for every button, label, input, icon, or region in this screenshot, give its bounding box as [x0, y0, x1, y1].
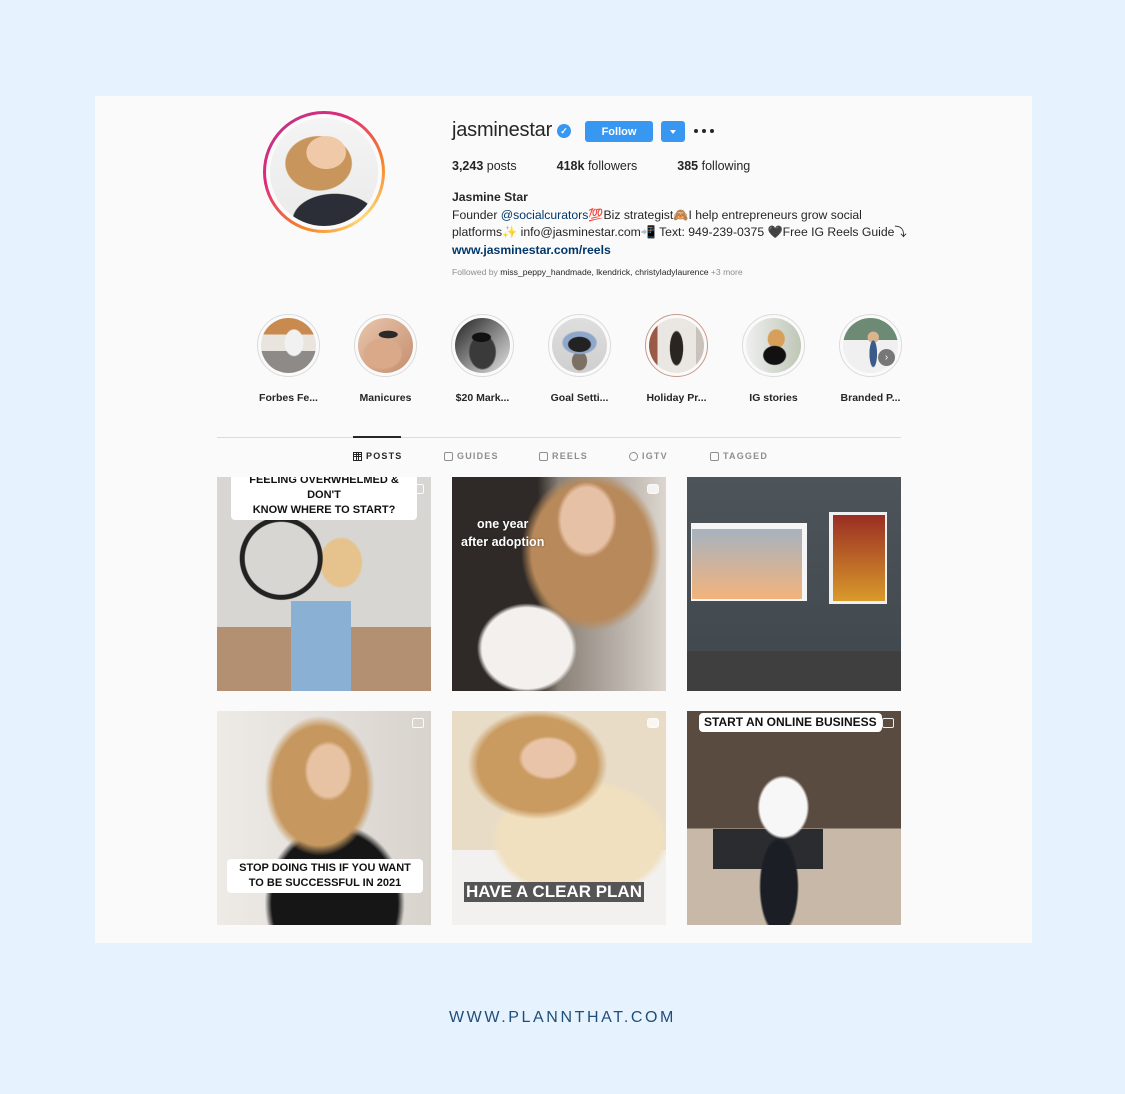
- more-options-button[interactable]: [694, 125, 714, 137]
- post-tile[interactable]: [687, 477, 901, 691]
- highlight-ring: [257, 314, 320, 377]
- tab-tagged[interactable]: TAGGED: [710, 451, 768, 461]
- highlight-label: Branded P...: [840, 392, 901, 404]
- tab-label: REELS: [552, 451, 589, 461]
- bio-line-1: Founder @socialcurators💯Biz strategist🙈I…: [452, 207, 912, 225]
- followed-by-users[interactable]: miss_peppy_handmade, lkendrick, christyl…: [500, 267, 708, 277]
- stat-label: followers: [587, 159, 638, 173]
- verified-badge-icon: ✓: [557, 124, 571, 138]
- highlight-label: Goal Setti...: [550, 392, 609, 404]
- tab-guides[interactable]: GUIDES: [444, 451, 499, 461]
- tab-reels[interactable]: REELS: [539, 451, 588, 461]
- bio-text: Founder: [452, 207, 501, 222]
- tabs-divider: [217, 437, 901, 438]
- chevron-right-icon: ›: [884, 352, 889, 363]
- highlight-item[interactable]: Forbes Fe...: [240, 314, 337, 404]
- following-link[interactable]: 385 following: [677, 159, 750, 173]
- profile-stats: 3,243 posts 418k followers 385 following: [452, 159, 790, 173]
- bio-line-2: platforms✨ info@jasminestar.com📲 Text: 9…: [452, 225, 907, 239]
- tab-label: TAGGED: [723, 451, 769, 461]
- highlight-ring: [742, 314, 805, 377]
- dot-icon: [694, 129, 698, 133]
- username: jasminestar: [452, 119, 553, 141]
- followed-by-more[interactable]: +3 more: [709, 267, 743, 277]
- post-caption: one year after adoption: [461, 517, 545, 549]
- highlight-cover: [649, 318, 704, 373]
- highlight-item[interactable]: Manicures: [337, 314, 434, 404]
- avatar-photo: [270, 118, 378, 226]
- tab-label: POSTS: [366, 451, 403, 461]
- tab-label: IGTV: [642, 451, 668, 461]
- followers-link[interactable]: 418k followers: [557, 159, 638, 173]
- highlight-ring: [839, 314, 902, 377]
- highlight-item[interactable]: Branded P...: [822, 314, 919, 404]
- post-tile[interactable]: STOP DOING THIS IF YOU WANT TO BE SUCCES…: [217, 711, 431, 925]
- igtv-icon: [629, 451, 638, 461]
- reel-icon: [882, 718, 894, 728]
- tagged-icon: [710, 451, 719, 461]
- suggested-accounts-dropdown-button[interactable]: [661, 121, 685, 142]
- post-tile[interactable]: START AN ONLINE BUSINESS: [687, 711, 901, 925]
- reel-icon: [412, 718, 424, 728]
- highlight-item[interactable]: IG stories: [725, 314, 822, 404]
- footer-url: WWW.PLANNTHAT.COM: [448, 1009, 676, 1026]
- highlight-item[interactable]: Holiday Pr...: [628, 314, 725, 404]
- caret-down-icon: [670, 129, 676, 134]
- dot-icon: [702, 129, 706, 133]
- post-tile[interactable]: one year after adoption: [452, 477, 666, 691]
- stat-value: 3,243: [452, 159, 484, 173]
- profile-bio: Jasmine Star Founder @socialcurators💯Biz…: [452, 189, 912, 259]
- post-caption: FEELING OVERWHELMED & DON'T KNOW WHERE T…: [231, 477, 417, 520]
- tab-igtv[interactable]: IGTV: [629, 451, 668, 461]
- igtv-icon: [647, 718, 659, 728]
- profile-avatar[interactable]: [263, 111, 385, 233]
- followed-by[interactable]: Followed by miss_peppy_handmade, lkendri…: [452, 267, 743, 277]
- igtv-icon: [647, 484, 659, 494]
- active-tab-indicator: [353, 436, 401, 438]
- post-caption: HAVE A CLEAR PLAN: [464, 882, 644, 902]
- avatar-border: [266, 114, 382, 230]
- highlights-next-button[interactable]: ›: [878, 349, 895, 366]
- highlight-cover: [358, 318, 413, 373]
- grid-icon: [353, 451, 362, 461]
- full-name: Jasmine Star: [452, 190, 528, 204]
- mention-link[interactable]: @socialcurators: [501, 208, 589, 222]
- highlight-item[interactable]: Goal Setti...: [531, 314, 628, 404]
- posts-count: 3,243 posts: [452, 159, 517, 173]
- reels-icon: [539, 451, 548, 461]
- highlight-ring: [645, 314, 708, 377]
- bio-text: 💯Biz strategist🙈I help entrepreneurs gro…: [588, 207, 862, 222]
- highlight-ring: [548, 314, 611, 377]
- guides-icon: [444, 451, 453, 461]
- website-link[interactable]: www.jasminestar.com/reels: [452, 242, 912, 260]
- highlight-label: Forbes Fe...: [259, 392, 318, 404]
- highlight-label: Manicures: [359, 392, 412, 404]
- post-tile[interactable]: HAVE A CLEAR PLAN: [452, 711, 666, 925]
- highlight-label: $20 Mark...: [455, 392, 510, 404]
- post-caption: START AN ONLINE BUSINESS: [699, 713, 882, 732]
- follow-button[interactable]: Follow: [585, 121, 653, 142]
- tab-label: GUIDES: [457, 451, 499, 461]
- post-caption: STOP DOING THIS IF YOU WANT TO BE SUCCES…: [227, 859, 423, 893]
- highlight-cover: [746, 318, 801, 373]
- stat-label: following: [701, 159, 751, 173]
- tab-posts[interactable]: POSTS: [353, 451, 403, 461]
- stat-value: 418k: [556, 159, 585, 173]
- story-highlights: Forbes Fe... Manicures $20 Mark... Goal …: [240, 314, 919, 404]
- dot-icon: [710, 129, 714, 133]
- stat-label: posts: [486, 159, 517, 173]
- highlight-cover: [552, 318, 607, 373]
- highlight-label: IG stories: [749, 392, 798, 404]
- followed-by-prefix: Followed by: [452, 267, 501, 277]
- post-tile[interactable]: FEELING OVERWHELMED & DON'T KNOW WHERE T…: [217, 477, 431, 691]
- stat-value: 385: [677, 159, 699, 173]
- highlight-item[interactable]: $20 Mark...: [434, 314, 531, 404]
- highlight-cover: [261, 318, 316, 373]
- highlight-ring: [354, 314, 417, 377]
- highlight-cover: [455, 318, 510, 373]
- highlight-ring: [451, 314, 514, 377]
- highlight-label: Holiday Pr...: [646, 392, 707, 404]
- reel-icon: [412, 484, 424, 494]
